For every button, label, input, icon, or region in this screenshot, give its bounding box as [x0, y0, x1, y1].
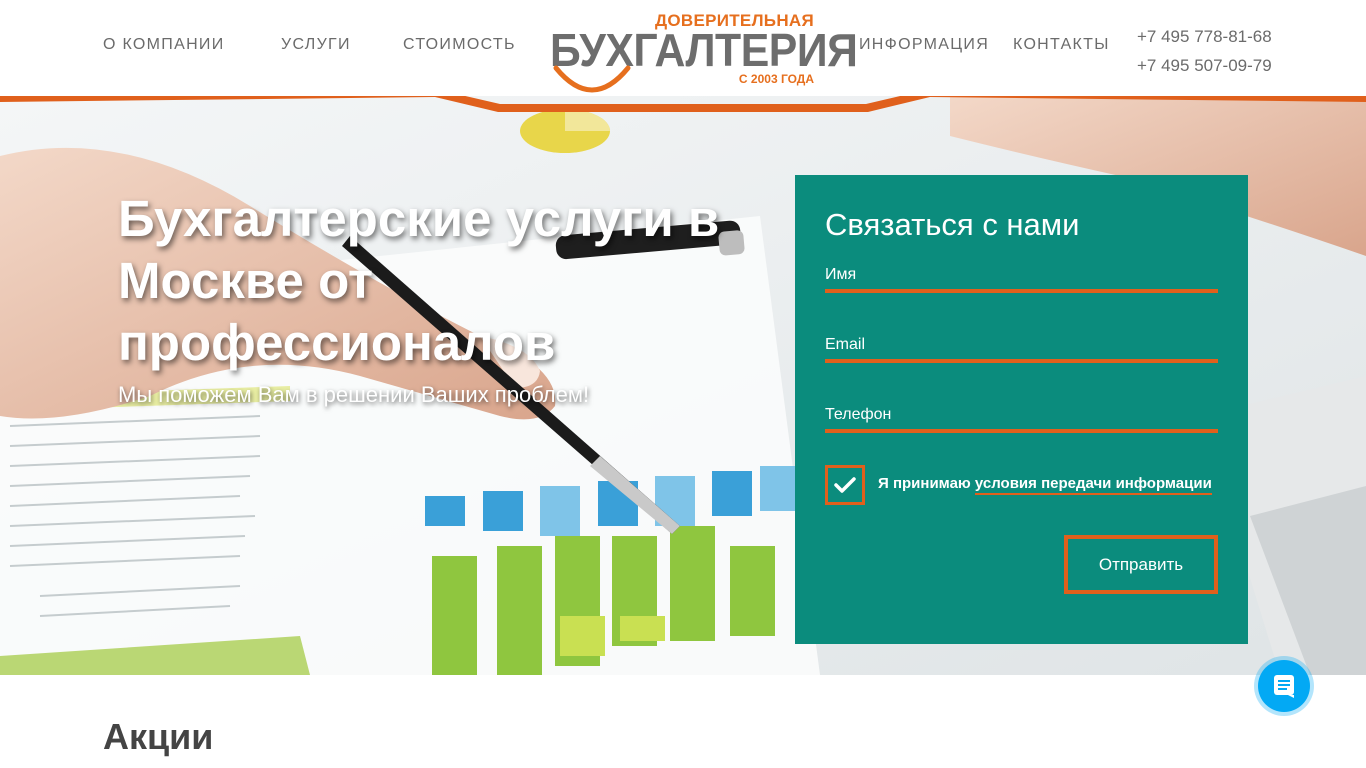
consent-checkbox[interactable]	[825, 465, 865, 505]
hero-subtitle: Мы поможем Вам в решении Ваших проблем!	[118, 382, 590, 407]
smile-icon	[553, 65, 631, 93]
phone-numbers: +7 495 778-81-68 +7 495 507-09-79	[1137, 22, 1272, 80]
submit-button-label: Отправить	[1098, 554, 1184, 574]
email-field[interactable]	[825, 331, 1218, 363]
phone-number[interactable]: +7 495 507-09-79	[1137, 51, 1272, 80]
nav-item-information[interactable]: ИНФОРМАЦИЯ	[859, 36, 989, 54]
phone-input[interactable]	[825, 401, 1218, 429]
phone-number[interactable]: +7 495 778-81-68	[1137, 22, 1272, 51]
phone-field[interactable]	[825, 401, 1218, 433]
site-header: О КОМПАНИИ УСЛУГИ СТОИМОСТЬ ИНФОРМАЦИЯ К…	[0, 0, 1366, 96]
name-field[interactable]	[825, 261, 1218, 293]
contact-form: Связаться с нами Я принимаю условия пере…	[795, 175, 1248, 644]
nav-item-about[interactable]: О КОМПАНИИ	[103, 36, 225, 54]
consent-terms-link[interactable]: условия передачи информации	[974, 475, 1212, 495]
chat-widget-button[interactable]	[1254, 656, 1314, 716]
hero-section: Бухгалтерские услуги в Москве от професс…	[0, 96, 1366, 675]
form-title: Связаться с нами	[825, 207, 1080, 242]
logo-sub-text: С 2003 ГОДА	[738, 72, 814, 86]
nav-item-pricing[interactable]: СТОИМОСТЬ	[403, 36, 516, 54]
check-icon	[834, 477, 856, 493]
site-logo[interactable]: ДОВЕРИТЕЛЬНАЯ БУХГАЛТЕРИЯ С 2003 ГОДА	[548, 8, 858, 98]
consent-label: Я принимаю условия передачи информации	[878, 475, 1212, 495]
chat-icon	[1274, 675, 1294, 698]
promotions-heading: Акции	[103, 716, 214, 757]
nav-item-contacts[interactable]: КОНТАКТЫ	[1013, 36, 1110, 54]
email-input[interactable]	[825, 331, 1218, 359]
submit-button[interactable]: Отправить	[1064, 535, 1218, 594]
nav-item-services[interactable]: УСЛУГИ	[281, 36, 351, 54]
consent-prefix: Я принимаю	[878, 475, 971, 492]
name-input[interactable]	[825, 261, 1218, 289]
hero-title: Бухгалтерские услуги в Москве от професс…	[118, 190, 720, 371]
